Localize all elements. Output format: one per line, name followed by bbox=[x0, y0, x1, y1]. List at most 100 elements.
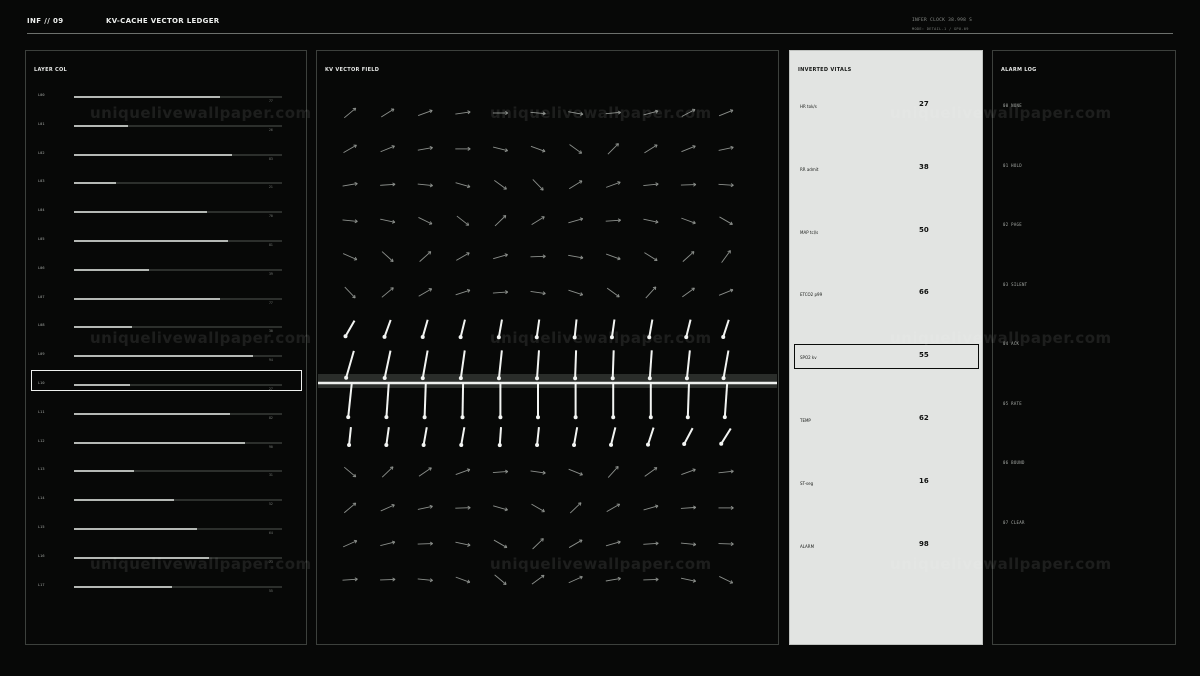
vector-arrow bbox=[382, 319, 392, 339]
vector-arrow bbox=[459, 427, 466, 447]
alarm-entry[interactable]: 01 HOLD bbox=[1003, 163, 1022, 168]
alarm-entry[interactable]: 04 ACK bbox=[1003, 341, 1019, 346]
layer-bar-fill bbox=[74, 297, 220, 300]
vector-arrow bbox=[568, 539, 583, 548]
layer-bar-fill bbox=[74, 412, 230, 415]
vector-field-canvas[interactable] bbox=[317, 51, 778, 644]
vector-arrow bbox=[572, 427, 579, 447]
layer-name: L17 bbox=[38, 582, 45, 587]
vector-arrow bbox=[719, 427, 732, 446]
vector-arrow bbox=[531, 503, 545, 513]
layer-bar-fill bbox=[74, 556, 210, 559]
alarm-entry[interactable]: 06 BOUND bbox=[1003, 460, 1025, 465]
vector-arrow bbox=[493, 146, 509, 153]
vector-arrow bbox=[381, 251, 394, 263]
alarm-entry[interactable]: 00 NONE bbox=[1003, 103, 1022, 108]
vital-row[interactable]: RR admit 38 bbox=[790, 163, 982, 177]
vector-arrow bbox=[380, 540, 396, 547]
vital-row[interactable]: HR tok/s 27 bbox=[790, 100, 982, 114]
vector-arrow bbox=[343, 466, 357, 478]
vector-arrow bbox=[343, 144, 357, 154]
layer-bar-fill bbox=[74, 182, 116, 185]
layer-name: L14 bbox=[38, 496, 45, 501]
layer-row[interactable]: L05 81 bbox=[26, 237, 306, 247]
layer-value: 31 bbox=[269, 473, 273, 478]
vital-value: 66 bbox=[919, 288, 929, 297]
vector-arrow bbox=[418, 217, 433, 225]
device-id: INF // 09 bbox=[27, 17, 64, 25]
layer-row[interactable]: L15 64 bbox=[26, 525, 306, 535]
layer-row[interactable]: L06 39 bbox=[26, 266, 306, 276]
vital-label: ETCO2 p99 bbox=[800, 292, 823, 298]
vital-row[interactable]: ETCO2 p99 66 bbox=[790, 288, 982, 302]
vector-arrow bbox=[719, 216, 733, 226]
layer-row[interactable]: L13 31 bbox=[26, 467, 306, 477]
vital-label: ALARM bbox=[800, 543, 815, 549]
layer-name: L12 bbox=[38, 438, 45, 443]
vector-arrow bbox=[380, 503, 395, 512]
vector-arrow bbox=[606, 503, 621, 513]
vector-arrow bbox=[568, 254, 584, 260]
layer-row[interactable]: L00 77 bbox=[26, 93, 306, 103]
layer-bar-fill bbox=[74, 355, 253, 358]
vector-arrow bbox=[455, 182, 471, 189]
layer-bar-track bbox=[74, 441, 282, 444]
layer-row[interactable]: L01 26 bbox=[26, 122, 306, 132]
layer-row[interactable]: L17 55 bbox=[26, 583, 306, 593]
vector-arrow bbox=[568, 217, 584, 224]
layer-row[interactable]: L12 90 bbox=[26, 439, 306, 449]
vector-arrow bbox=[494, 574, 507, 585]
vital-label: HR tok/s bbox=[800, 104, 817, 109]
layer-row[interactable]: L03 21 bbox=[26, 179, 306, 189]
vector-arrow bbox=[568, 111, 584, 116]
page-title: KV-CACHE VECTOR LEDGER bbox=[106, 17, 220, 25]
layer-row[interactable]: L07 77 bbox=[26, 295, 306, 305]
vector-arrow bbox=[455, 541, 471, 547]
alarm-entry[interactable]: 07 CLEAR bbox=[1003, 520, 1025, 525]
vector-arrow bbox=[455, 146, 471, 151]
layer-name: L03 bbox=[38, 179, 45, 184]
vector-arrow bbox=[455, 110, 471, 115]
layer-row[interactable]: L09 94 bbox=[26, 352, 306, 362]
vector-arrow bbox=[381, 108, 395, 118]
vector-arrow bbox=[718, 145, 734, 151]
vector-arrow bbox=[380, 182, 396, 187]
layer-row[interactable]: L02 83 bbox=[26, 151, 306, 161]
alarm-entry[interactable]: 05 RATE bbox=[1003, 401, 1022, 406]
vector-arrow bbox=[342, 253, 358, 261]
vital-row[interactable]: ST-seg 16 bbox=[790, 477, 982, 491]
layer-value: 81 bbox=[269, 243, 273, 247]
vector-arrow bbox=[605, 253, 621, 261]
layer-value: 77 bbox=[269, 300, 273, 305]
alarm-entry[interactable]: 02 PAGE bbox=[1003, 222, 1022, 227]
alarm-entry[interactable]: 03 SILENT bbox=[1003, 282, 1027, 287]
vector-arrow bbox=[418, 467, 432, 477]
vector-arrow bbox=[455, 576, 471, 584]
vector-arrow bbox=[607, 143, 619, 155]
vital-label: RR admit bbox=[800, 166, 819, 172]
layer-row[interactable]: L16 73 bbox=[26, 554, 306, 564]
layer-bar-track bbox=[74, 470, 282, 473]
layer-name: L04 bbox=[38, 208, 45, 213]
layer-row[interactable]: L11 82 bbox=[26, 410, 306, 420]
vector-arrow bbox=[681, 217, 696, 225]
vital-row[interactable]: MAP tcl/s 50 bbox=[790, 226, 982, 240]
layer-bar-track bbox=[74, 355, 282, 358]
layer-bar-fill bbox=[74, 153, 233, 156]
vital-row[interactable]: ALARM 98 bbox=[790, 540, 982, 554]
layer-row[interactable]: L04 70 bbox=[26, 208, 306, 218]
vital-row[interactable]: TEMP 62 bbox=[790, 414, 982, 428]
layer-value: 26 bbox=[269, 127, 273, 132]
layer-row[interactable]: L14 52 bbox=[26, 496, 306, 506]
layer-row[interactable]: L08 30 bbox=[26, 323, 306, 333]
layer-value: 83 bbox=[269, 156, 273, 161]
layer-value: 73 bbox=[269, 559, 273, 564]
vector-arrow bbox=[569, 502, 582, 514]
vector-arrow bbox=[455, 505, 471, 510]
layer-name: L06 bbox=[38, 265, 45, 270]
vector-arrow bbox=[721, 250, 731, 263]
vector-arrow bbox=[680, 182, 697, 187]
layer-value: 21 bbox=[269, 185, 273, 190]
layer-bar-track bbox=[74, 153, 282, 156]
vital-label: ST-seg bbox=[800, 480, 814, 486]
